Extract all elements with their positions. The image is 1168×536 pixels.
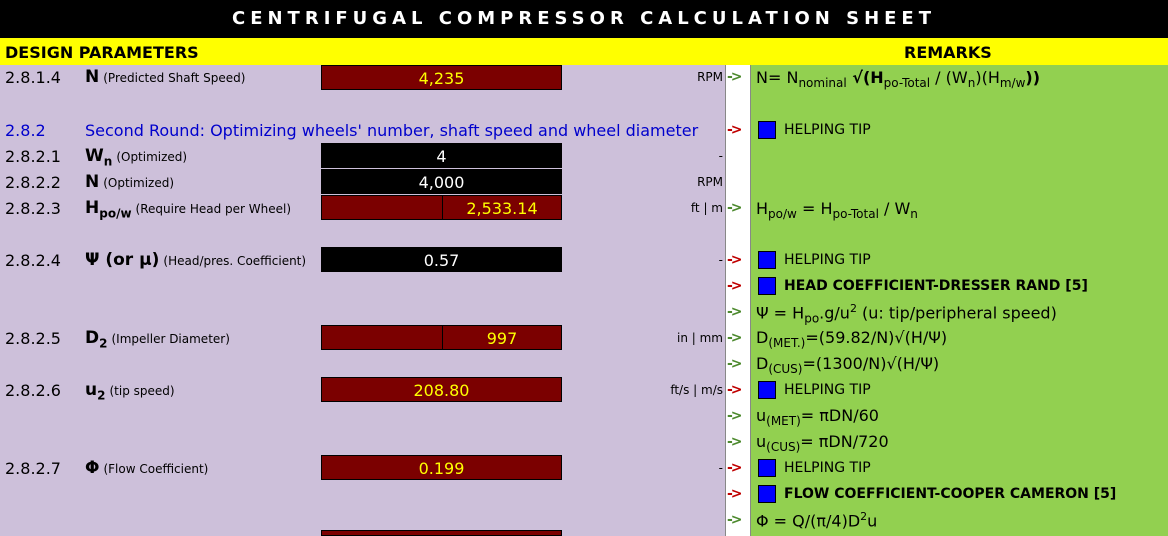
remark-formula: D(CUS)=(1300/N)√(H/Ψ) [756, 354, 940, 377]
remark-formula: Hpo/w = Hpo-Total / Wn [756, 199, 918, 222]
arrow-icon: -> [727, 460, 742, 476]
checkbox-icon [758, 121, 776, 139]
flow-coefficient-link[interactable]: FLOW COEFFICIENT-COOPER CAMERON [5] [758, 485, 1116, 503]
flow-coefficient-cell[interactable]: 0.199 [321, 455, 562, 480]
checkbox-icon [758, 485, 776, 503]
unit-label: - [718, 253, 723, 267]
arrow-icon: -> [727, 122, 742, 138]
remark-formula: N= Nnominal √(Hpo-Total / (Wn)(Hm/w)) [756, 68, 1041, 91]
checkbox-icon [758, 459, 776, 477]
optimized-speed-cell[interactable]: 4,000 [321, 169, 562, 194]
unit-label: RPM [697, 70, 723, 84]
section-number: 2.8.2 [5, 121, 46, 140]
param-symbol: N (Predicted Shaft Speed) [85, 67, 246, 87]
next-value-cell[interactable] [321, 530, 562, 536]
row-number: 2.8.1.4 [5, 68, 61, 87]
param-symbol: Hpo/w (Require Head per Wheel) [85, 198, 292, 221]
remarks-header: REMARKS [904, 43, 992, 62]
unit-label: - [718, 461, 723, 475]
sheet-title: CENTRIFUGAL COMPRESSOR CALCULATION SHEET [0, 0, 1168, 38]
arrow-icon: -> [727, 382, 742, 398]
row-number: 2.8.2.7 [5, 459, 61, 478]
arrow-icon: -> [727, 486, 742, 502]
arrow-icon: -> [727, 512, 742, 528]
head-coefficient-link[interactable]: HEAD COEFFICIENT-DRESSER RAND [5] [758, 277, 1088, 295]
row-number: 2.8.2.3 [5, 199, 61, 218]
checkbox-icon [758, 251, 776, 269]
helping-tip[interactable]: HELPING TIP [758, 459, 871, 477]
design-parameters-header: DESIGN PARAMETERS [5, 43, 199, 62]
param-symbol: Wn (Optimized) [85, 146, 188, 169]
arrow-icon: -> [727, 330, 742, 346]
unit-label: ft | m [690, 201, 723, 215]
param-symbol: N (Optimized) [85, 172, 175, 192]
arrow-icon: -> [727, 278, 742, 294]
unit-label: RPM [697, 175, 723, 189]
remark-formula: Φ = Q/(π/4)D2u [756, 510, 878, 531]
unit-label: in | mm [677, 331, 723, 345]
header-bar: DESIGN PARAMETERS REMARKS [0, 38, 1168, 65]
remark-formula: D(MET.)=(59.82/N)√(H/Ψ) [756, 328, 948, 351]
row-number: 2.8.2.4 [5, 251, 61, 270]
param-symbol: Φ (Flow Coefficient) [85, 458, 209, 478]
checkbox-icon [758, 381, 776, 399]
row-number: 2.8.2.6 [5, 381, 61, 400]
param-symbol: Ψ (or μ) (Head/pres. Coefficient) [85, 250, 307, 270]
row-number: 2.8.2.1 [5, 147, 61, 166]
helping-tip[interactable]: HELPING TIP [758, 381, 871, 399]
row-number: 2.8.2.5 [5, 329, 61, 348]
impeller-diameter-cell[interactable]: 997 [321, 325, 562, 350]
remark-formula: u(CUS)= πDN/720 [756, 432, 889, 455]
row-number: 2.8.2.2 [5, 173, 61, 192]
remark-formula: Ψ = Hpo.g/u2 (u: tip/peripheral speed) [756, 302, 1057, 326]
arrow-icon: -> [727, 434, 742, 450]
arrow-icon: -> [727, 408, 742, 424]
remark-formula: u(MET)= πDN/60 [756, 406, 879, 429]
wheels-number-cell[interactable]: 4 [321, 143, 562, 168]
arrow-icon: -> [727, 69, 742, 85]
arrow-icon: -> [727, 356, 742, 372]
checkbox-icon [758, 277, 776, 295]
shaft-speed-cell[interactable]: 4,235 [321, 65, 562, 90]
head-coefficient-cell[interactable]: 0.57 [321, 247, 562, 272]
helping-tip[interactable]: HELPING TIP [758, 251, 871, 269]
param-symbol: u2 (tip speed) [85, 380, 175, 403]
arrow-icon: -> [727, 200, 742, 216]
tip-speed-cell[interactable]: 208.80 [321, 377, 562, 402]
unit-label: ft/s | m/s [670, 383, 723, 397]
head-per-wheel-cell[interactable]: 2,533.14 [321, 195, 562, 220]
helping-tip[interactable]: HELPING TIP [758, 121, 871, 139]
unit-label: - [718, 149, 723, 163]
param-symbol: D2 (Impeller Diameter) [85, 328, 230, 351]
section-title: Second Round: Optimizing wheels' number,… [85, 121, 699, 140]
arrow-icon: -> [727, 252, 742, 268]
arrow-icon: -> [727, 304, 742, 320]
